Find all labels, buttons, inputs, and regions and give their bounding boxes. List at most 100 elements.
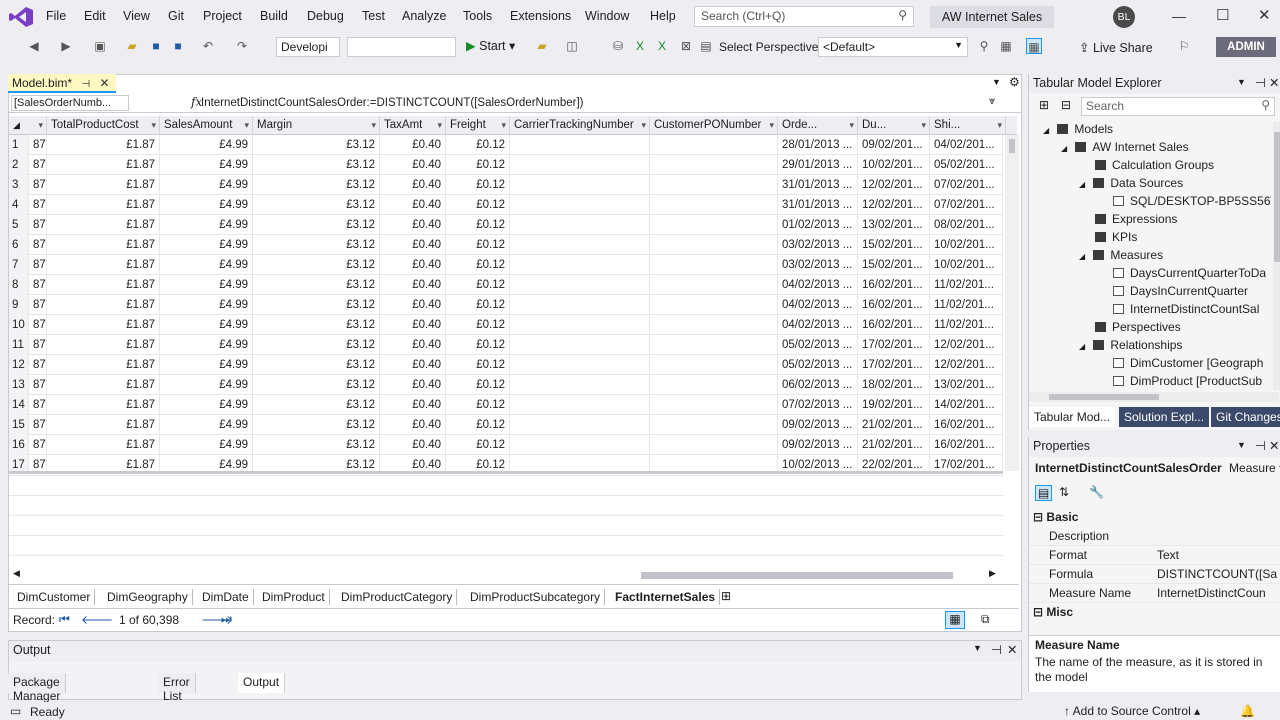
table-cell[interactable]: 03/02/2013 ...: [778, 235, 858, 255]
table-cell[interactable]: £4.99: [160, 375, 253, 395]
table-cell[interactable]: 16/02/201...: [858, 315, 930, 335]
tree-item[interactable]: DaysInCurrentQuarter: [1113, 284, 1248, 298]
table-cell[interactable]: 21/02/201...: [858, 435, 930, 455]
table-cell[interactable]: £4.99: [160, 355, 253, 375]
undo-icon[interactable]: ↶: [200, 38, 216, 54]
tree-item[interactable]: DimCustomer [Geograph: [1113, 356, 1263, 370]
table-cell[interactable]: [650, 435, 778, 455]
table-cell[interactable]: £0.12: [446, 195, 510, 215]
filter-arrow-icon[interactable]: ▾: [38, 116, 43, 135]
table-cell[interactable]: 16/02/201...: [858, 275, 930, 295]
table-cell[interactable]: 16/02/201...: [858, 295, 930, 315]
table-cell[interactable]: 10/02/201...: [930, 255, 1003, 275]
menu-project[interactable]: Project: [203, 9, 242, 23]
table-cell[interactable]: 10/02/201...: [858, 155, 930, 175]
table-cell[interactable]: £1.87: [47, 135, 160, 155]
table-cell[interactable]: £4.99: [160, 175, 253, 195]
table-cell[interactable]: 07/02/201...: [930, 175, 1003, 195]
table-cell[interactable]: 07/02/2013 ...: [778, 395, 858, 415]
table-cell[interactable]: £3.12: [253, 135, 380, 155]
table-cell[interactable]: £4.99: [160, 155, 253, 175]
table-cell[interactable]: 87: [29, 395, 47, 415]
table-cell[interactable]: 14/02/201...: [930, 395, 1003, 415]
table-cell[interactable]: £3.12: [253, 315, 380, 335]
tree-item[interactable]: ◢ AW Internet Sales: [1061, 140, 1189, 154]
tree-item[interactable]: KPIs: [1095, 230, 1137, 244]
table-cell[interactable]: [510, 235, 650, 255]
column-header[interactable]: SalesAmount ▾: [160, 116, 253, 135]
table-cell[interactable]: £1.87: [47, 455, 160, 471]
explorer-pin-icon[interactable]: ⊣: [1255, 75, 1266, 90]
table-cell[interactable]: £3.12: [253, 435, 380, 455]
live-share-button[interactable]: ⇪ Live Share: [1079, 40, 1153, 55]
menu-analyze[interactable]: Analyze: [402, 9, 446, 23]
filter-arrow-icon[interactable]: ▾: [371, 116, 376, 135]
table-cell[interactable]: £3.12: [253, 235, 380, 255]
table-cell[interactable]: [650, 335, 778, 355]
table-cell[interactable]: £0.12: [446, 375, 510, 395]
explorer-dropdown-icon[interactable]: ▼: [1237, 77, 1246, 87]
table-cell[interactable]: 17/02/201...: [858, 355, 930, 375]
table-cell[interactable]: 12/02/201...: [858, 195, 930, 215]
table-cell[interactable]: 09/02/201...: [858, 135, 930, 155]
tree-item[interactable]: ◢ Data Sources: [1079, 176, 1183, 190]
column-header[interactable]: CustomerPONumber ▾: [650, 116, 778, 135]
expand-arrow-icon[interactable]: ◢: [1079, 180, 1087, 189]
first-record-icon[interactable]: ⏮: [59, 612, 70, 627]
table-cell[interactable]: 04/02/2013 ...: [778, 275, 858, 295]
table-cell[interactable]: [510, 175, 650, 195]
table-cell[interactable]: 87: [29, 315, 47, 335]
menu-tools[interactable]: Tools: [463, 9, 492, 23]
output-tab[interactable]: Package Manager Console: [8, 673, 67, 717]
table-cell[interactable]: £4.99: [160, 275, 253, 295]
tree-item[interactable]: SQL/DESKTOP-BP5SS56\: [1113, 194, 1271, 208]
table-row[interactable]: 6 87 £1.87 £4.99 £3.12 £0.40 £0.12 03/02/2013 .…: [9, 235, 1003, 255]
table-cell[interactable]: £3.12: [253, 215, 380, 235]
table-cell[interactable]: £4.99: [160, 435, 253, 455]
table-cell[interactable]: £0.12: [446, 335, 510, 355]
table-row[interactable]: 16 87 £1.87 £4.99 £3.12 £0.40 £0.12 09/02/2013 …: [9, 435, 1003, 455]
filter-arrow-icon[interactable]: ▾: [437, 116, 442, 135]
database-icon[interactable]: ⛁: [610, 38, 626, 54]
table-cell[interactable]: £4.99: [160, 315, 253, 335]
vertical-scroll-thumb[interactable]: [1009, 139, 1015, 153]
table-cell[interactable]: 05/02/201...: [930, 155, 1003, 175]
table-cell[interactable]: £0.40: [380, 215, 446, 235]
table-cell[interactable]: 10/02/201...: [930, 235, 1003, 255]
filter-arrow-icon[interactable]: ▾: [641, 116, 646, 135]
property-row[interactable]: Format Text: [1029, 546, 1280, 565]
table-cell[interactable]: [650, 235, 778, 255]
filter-arrow-icon[interactable]: ▾: [501, 116, 506, 135]
section-misc[interactable]: ⊟ Misc: [1033, 605, 1073, 619]
menu-file[interactable]: File: [46, 9, 66, 23]
table-cell[interactable]: £1.87: [47, 355, 160, 375]
table-cell[interactable]: [510, 375, 650, 395]
table-cell[interactable]: 87: [29, 275, 47, 295]
tree-item[interactable]: ◢ Models: [1043, 122, 1113, 136]
table-tab[interactable]: DimProductCategory: [337, 589, 458, 605]
notifications-icon[interactable]: 🔔: [1240, 704, 1255, 718]
close-icon[interactable]: ✕: [1258, 6, 1271, 24]
table-cell[interactable]: 13/02/201...: [930, 375, 1003, 395]
property-pages-icon[interactable]: 🔧: [1089, 485, 1104, 499]
output-tab[interactable]: Output: [238, 673, 286, 693]
table-cell[interactable]: £0.12: [446, 455, 510, 471]
document-tab[interactable]: Model.bim* ⊣ ✕: [8, 74, 116, 93]
table-cell[interactable]: £0.12: [446, 215, 510, 235]
table-cell[interactable]: 11/02/201...: [930, 315, 1003, 335]
expand-arrow-icon[interactable]: ◢: [1079, 342, 1087, 351]
table-cell[interactable]: [650, 375, 778, 395]
table-cell[interactable]: [650, 295, 778, 315]
table-cell[interactable]: [650, 135, 778, 155]
source-control-button[interactable]: ↑ Add to Source Control ▴: [1064, 704, 1200, 718]
measure-grid[interactable]: [9, 475, 1003, 565]
property-value[interactable]: Text: [1157, 546, 1277, 565]
table-row[interactable]: 3 87 £1.87 £4.99 £3.12 £0.40 £0.12 31/01/2013 .…: [9, 175, 1003, 195]
table-cell[interactable]: 04/02/2013 ...: [778, 295, 858, 315]
table-cell[interactable]: £4.99: [160, 255, 253, 275]
filter-arrow-icon[interactable]: ▾: [151, 116, 156, 135]
table-cell[interactable]: 87: [29, 435, 47, 455]
tree-item[interactable]: ◢ Measures: [1079, 248, 1163, 262]
tree-item[interactable]: ◢ Relationships: [1079, 338, 1182, 352]
table-cell[interactable]: [510, 315, 650, 335]
